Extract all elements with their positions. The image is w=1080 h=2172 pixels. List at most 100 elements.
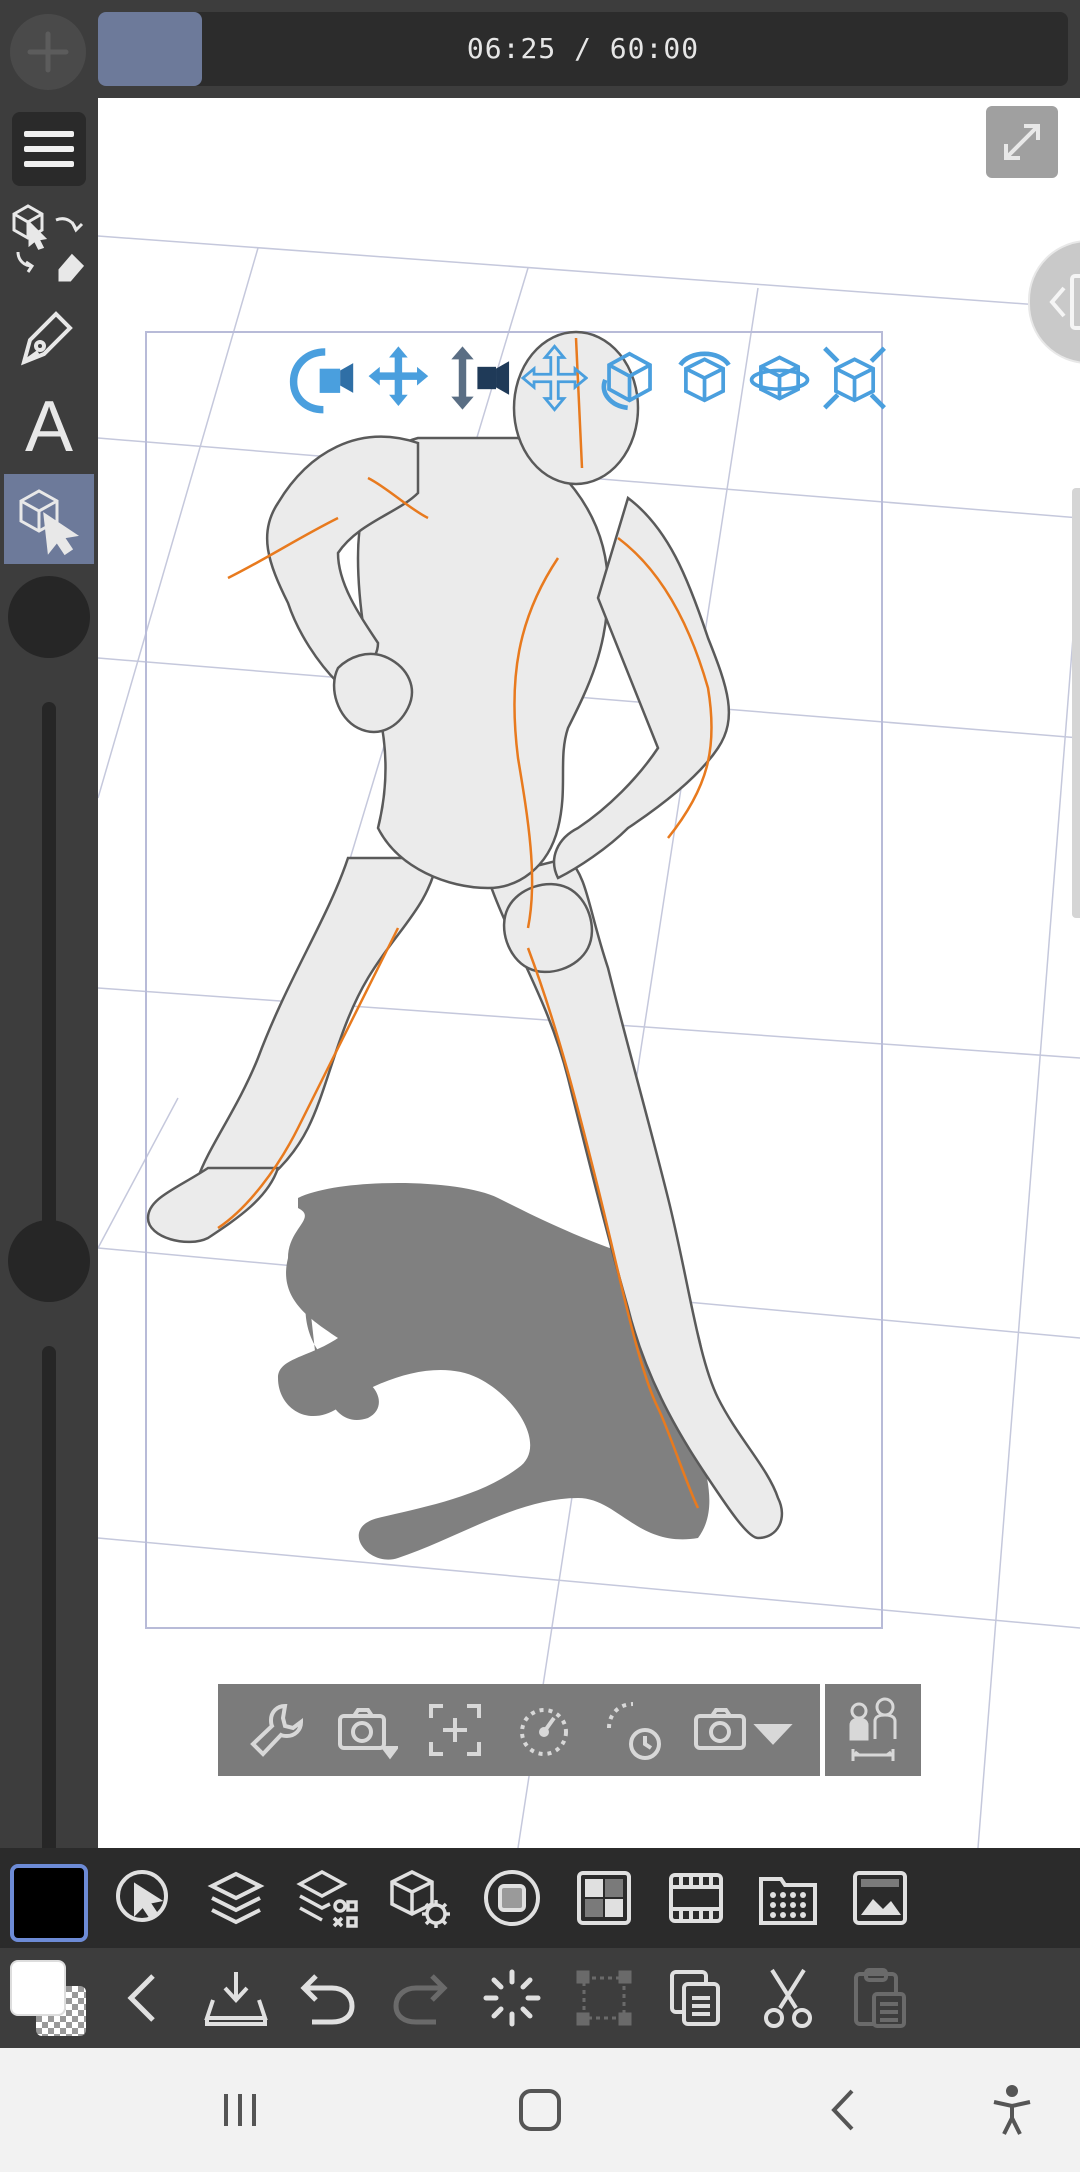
camera-pan-icon[interactable]: [363, 340, 434, 416]
recents-button[interactable]: [200, 2070, 280, 2150]
object-settings-icon: [249, 1703, 303, 1757]
home-button[interactable]: [500, 2070, 580, 2150]
timer-text: 06:25 / 60:00: [466, 32, 700, 65]
fit-to-center-button[interactable]: [420, 1695, 490, 1765]
accessibility-icon: [993, 2085, 1031, 2135]
reset-pose-icon: [606, 1702, 661, 1760]
copy-icon: [670, 1970, 720, 2026]
home-icon: [519, 2089, 561, 2131]
image-material-button[interactable]: [840, 1858, 920, 1938]
move-on-plane-icon[interactable]: [821, 340, 888, 416]
animation-cels-icon: [759, 1877, 817, 1925]
pose-figure-icon: [849, 1697, 897, 1761]
copy-button[interactable]: [656, 1958, 736, 2038]
android-nav-bar: [0, 2048, 1080, 2172]
3d-settings-button[interactable]: [380, 1858, 460, 1938]
rotate-icon[interactable]: [596, 340, 663, 416]
manipulator-bar: [288, 333, 888, 423]
menu-icon: [24, 131, 74, 167]
reset-pose-button[interactable]: [598, 1695, 668, 1765]
3d-settings-icon: [390, 1870, 450, 1928]
main-color-swatch[interactable]: [10, 1864, 88, 1942]
brush-size-knob[interactable]: [8, 576, 90, 658]
3d-object-select-button[interactable]: [4, 474, 94, 564]
save-button[interactable]: [196, 1958, 276, 2038]
paste-icon: [854, 1968, 906, 2028]
paste-button[interactable]: [840, 1958, 920, 2038]
accessibility-button[interactable]: [972, 2070, 1052, 2150]
image-material-icon: [853, 1871, 907, 1925]
transform-icon: [576, 1970, 632, 2026]
timeline-icon: [669, 1873, 723, 1923]
move-icon[interactable]: [520, 340, 588, 416]
fullscreen-button[interactable]: [986, 106, 1058, 178]
operation-tool-button[interactable]: [4, 198, 94, 288]
layer-property-button[interactable]: [288, 1858, 368, 1938]
undo-icon: [300, 1974, 355, 2025]
operation-tool-icon: [12, 204, 85, 282]
pen-tool-button[interactable]: [4, 290, 94, 380]
material-button[interactable]: [564, 1858, 644, 1938]
side-scroll-strip[interactable]: [1072, 488, 1080, 918]
opacity-slider[interactable]: [42, 1346, 56, 1904]
camera-dolly-icon[interactable]: [442, 340, 513, 416]
recents-icon: [224, 2094, 256, 2126]
loading-button[interactable]: [472, 1958, 552, 2038]
expand-icon: [1004, 124, 1040, 160]
timelapse-timer-panel[interactable]: 06:25 / 60:00: [98, 12, 1068, 86]
chevron-left-icon: [1049, 274, 1080, 330]
undo-button[interactable]: [288, 1958, 368, 2038]
back-icon: [127, 1974, 155, 2022]
plus-icon: [27, 31, 69, 73]
selection-icon: [116, 1870, 168, 1922]
redo-icon: [393, 1974, 448, 2025]
clip-studio-app: 06:25 / 60:00 A: [0, 0, 1080, 2172]
canvas-area[interactable]: [98, 98, 1080, 1848]
selection-button[interactable]: [104, 1858, 184, 1938]
reset-rotation-button[interactable]: [509, 1695, 579, 1765]
bottom-toolbar-primary: [0, 1848, 1080, 1948]
redo-button[interactable]: [380, 1958, 460, 2038]
character-toolbar[interactable]: [825, 1684, 921, 1776]
reset-rotation-icon: [519, 1708, 568, 1756]
opacity-knob[interactable]: [8, 1220, 90, 1302]
back-nav-icon: [831, 2089, 854, 2131]
object-settings-button[interactable]: [242, 1695, 312, 1765]
timeline-button[interactable]: [656, 1858, 736, 1938]
fit-to-center-icon: [428, 1704, 481, 1756]
left-toolbar: A: [0, 98, 98, 1904]
camera-rotate-icon[interactable]: [288, 340, 355, 416]
save-icon: [204, 1972, 268, 2026]
3d-object-select-icon: [19, 489, 79, 556]
text-tool-icon: A: [24, 387, 74, 467]
stop-button[interactable]: [472, 1858, 552, 1938]
transform-button[interactable]: [564, 1958, 644, 2038]
pen-icon: [21, 311, 73, 366]
menu-button[interactable]: [12, 112, 86, 186]
camera-angle-icon: [337, 1708, 398, 1760]
brush-size-slider[interactable]: [42, 702, 56, 1258]
layer-property-icon: [296, 1870, 358, 1928]
back-nav-button[interactable]: [804, 2070, 884, 2150]
text-tool-button[interactable]: A: [4, 382, 94, 472]
sub-color-swatch[interactable]: [10, 1960, 88, 2038]
rotate-y-icon[interactable]: [746, 340, 813, 416]
animation-cels-button[interactable]: [748, 1858, 828, 1938]
camera-preset-icon: [693, 1708, 793, 1750]
object-toolbar: [218, 1684, 820, 1776]
layers-button[interactable]: [196, 1858, 276, 1938]
top-bar: 06:25 / 60:00: [0, 0, 1080, 98]
cut-button[interactable]: [748, 1958, 828, 2038]
back-button[interactable]: [104, 1958, 184, 2038]
camera-preset-button[interactable]: [687, 1695, 797, 1765]
loading-icon: [483, 1969, 541, 2027]
rotate-x-icon[interactable]: [671, 340, 738, 416]
material-icon: [577, 1871, 631, 1925]
layers-icon: [207, 1871, 265, 1925]
white-color-swatch[interactable]: [10, 1960, 66, 2016]
camera-angle-button[interactable]: [331, 1695, 401, 1765]
stop-icon: [484, 1870, 540, 1926]
bottom-toolbar-secondary: [0, 1948, 1080, 2048]
cut-icon: [764, 1968, 812, 2028]
add-button[interactable]: [10, 14, 86, 90]
